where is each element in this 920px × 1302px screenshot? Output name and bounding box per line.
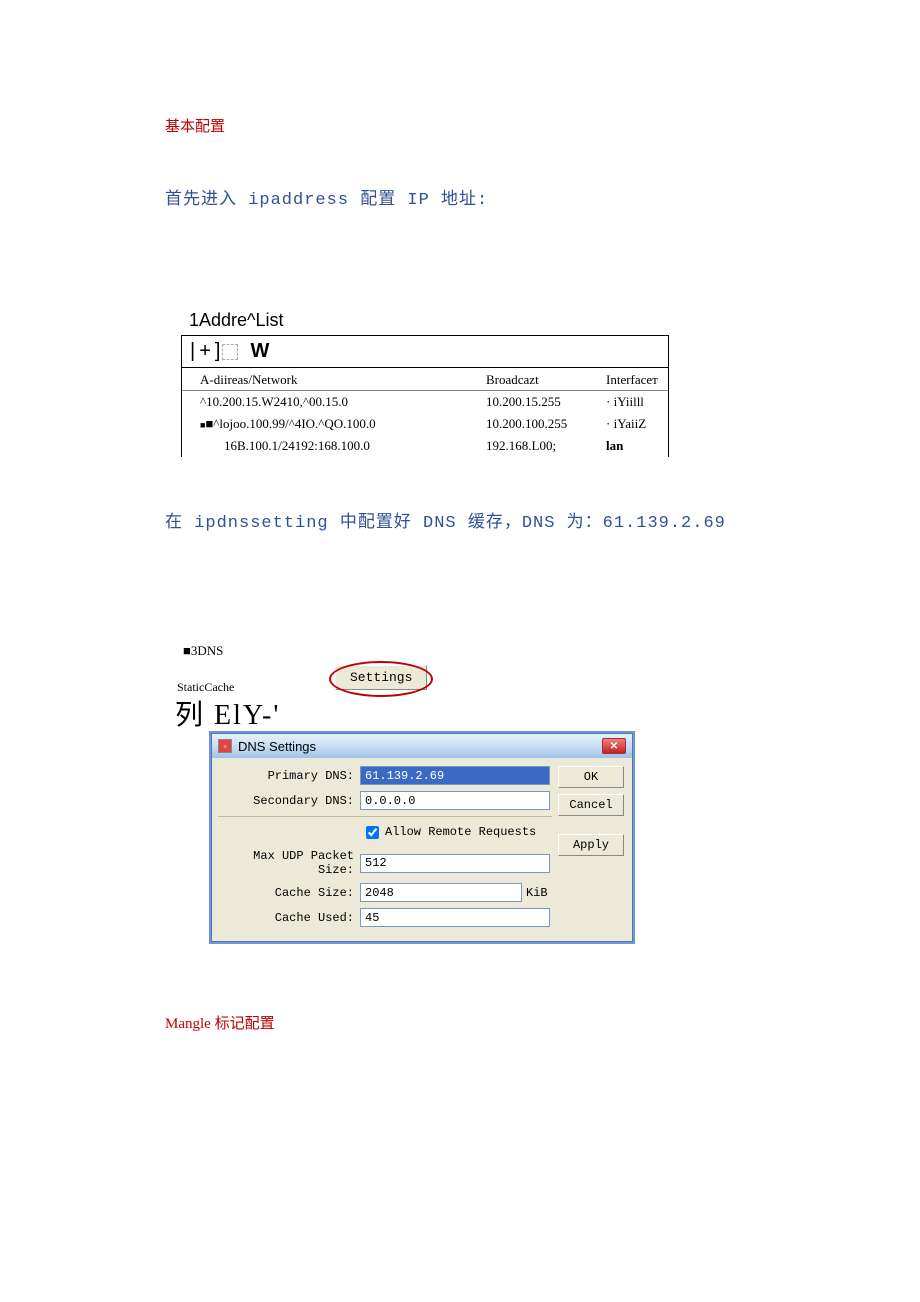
window-icon: ▫ [218, 739, 232, 753]
cell-broadcast: 10.200.15.255 [486, 394, 561, 409]
dns-titlebar[interactable]: ▫ DNS Settings ✕ [212, 734, 632, 758]
cell-interface: lan [606, 438, 623, 453]
allow-remote-label: Allow Remote Requests [385, 825, 536, 839]
settings-button[interactable]: Settings [335, 665, 427, 690]
toolbar-w-label: W [250, 340, 269, 363]
dns-window-title: DNS Settings [238, 739, 316, 754]
table-row[interactable]: ^10.200.15.W2410,^00.15.0 10.200.15.255 … [182, 391, 668, 414]
add-icon[interactable]: + [199, 340, 211, 363]
cancel-button[interactable]: Cancel [558, 794, 624, 816]
cell-broadcast: 192.168.L00; [486, 438, 556, 453]
lie-text: 列 ElY-' [175, 693, 920, 733]
allow-remote-checkbox[interactable] [366, 826, 379, 839]
cell-interface: · iYaiiZ [606, 416, 646, 431]
dns-settings-window: ▫ DNS Settings ✕ Primary DNS: Secondary … [211, 733, 633, 942]
col-broadcast[interactable]: Broadcazt [468, 368, 588, 391]
ip-address-intro: 首先进入 ipaddress 配置 IP 地址: [165, 184, 920, 210]
address-list-title: 1Addre^List [189, 310, 920, 331]
primary-dns-input[interactable] [360, 766, 550, 785]
cache-size-unit: KiB [526, 886, 550, 900]
max-udp-input[interactable] [360, 854, 550, 873]
address-table: A-diireas/Network Broadcazt Interfaceᴛ ^… [182, 368, 668, 457]
apply-button[interactable]: Apply [558, 834, 624, 856]
ok-button[interactable]: OK [558, 766, 624, 788]
col-address[interactable]: A-diireas/Network [182, 368, 468, 391]
max-udp-label: Max UDP Packet Size: [220, 849, 360, 877]
cell-address: 16B.100.1/24192:168.100.0 [224, 438, 370, 453]
primary-dns-label: Primary DNS: [220, 769, 360, 783]
bracket-close-icon: ] [215, 340, 221, 363]
table-row[interactable]: ■■^lojoo.100.99/^4IO.^QO.100.0 10.200.10… [182, 413, 668, 435]
secondary-dns-input[interactable] [360, 791, 550, 810]
placeholder-icon [222, 344, 238, 360]
cache-size-label: Cache Size: [220, 886, 360, 900]
dns-form: Primary DNS: Secondary DNS: Allow Remote… [220, 766, 550, 933]
dns-button-column: OK Cancel Apply [558, 766, 624, 933]
dns-intro-text: 在 ipdnssetting 中配置好 DNS 缓存，DNS 为：61.139.… [165, 507, 920, 533]
cell-broadcast: 10.200.100.255 [486, 416, 567, 431]
basic-config-heading: 基本配置 [165, 115, 920, 136]
address-list-window: | + ] W A-diireas/Network Broadcazt Inte… [181, 335, 669, 457]
cell-address: ^10.200.15.W2410,^00.15.0 [200, 394, 348, 409]
address-list-toolbar: | + ] W [182, 336, 668, 368]
col-interface[interactable]: Interfaceᴛ [588, 368, 668, 391]
cache-used-value [360, 908, 550, 927]
cache-used-label: Cache Used: [220, 911, 360, 925]
table-header-row: A-diireas/Network Broadcazt Interfaceᴛ [182, 368, 668, 391]
dns-3dns-label: ■3DNS [183, 643, 920, 659]
secondary-dns-label: Secondary DNS: [220, 794, 360, 808]
close-icon[interactable]: ✕ [602, 738, 626, 754]
mangle-heading: Mangle 标记配置 [165, 1012, 920, 1033]
cell-interface: · iYiilll [606, 394, 644, 409]
cache-size-input[interactable] [360, 883, 522, 902]
table-row[interactable]: 16B.100.1/24192:168.100.0 192.168.L00; l… [182, 435, 668, 457]
bracket-icon: | [190, 340, 195, 363]
cell-address: ■^lojoo.100.99/^4IO.^QO.100.0 [205, 416, 375, 431]
